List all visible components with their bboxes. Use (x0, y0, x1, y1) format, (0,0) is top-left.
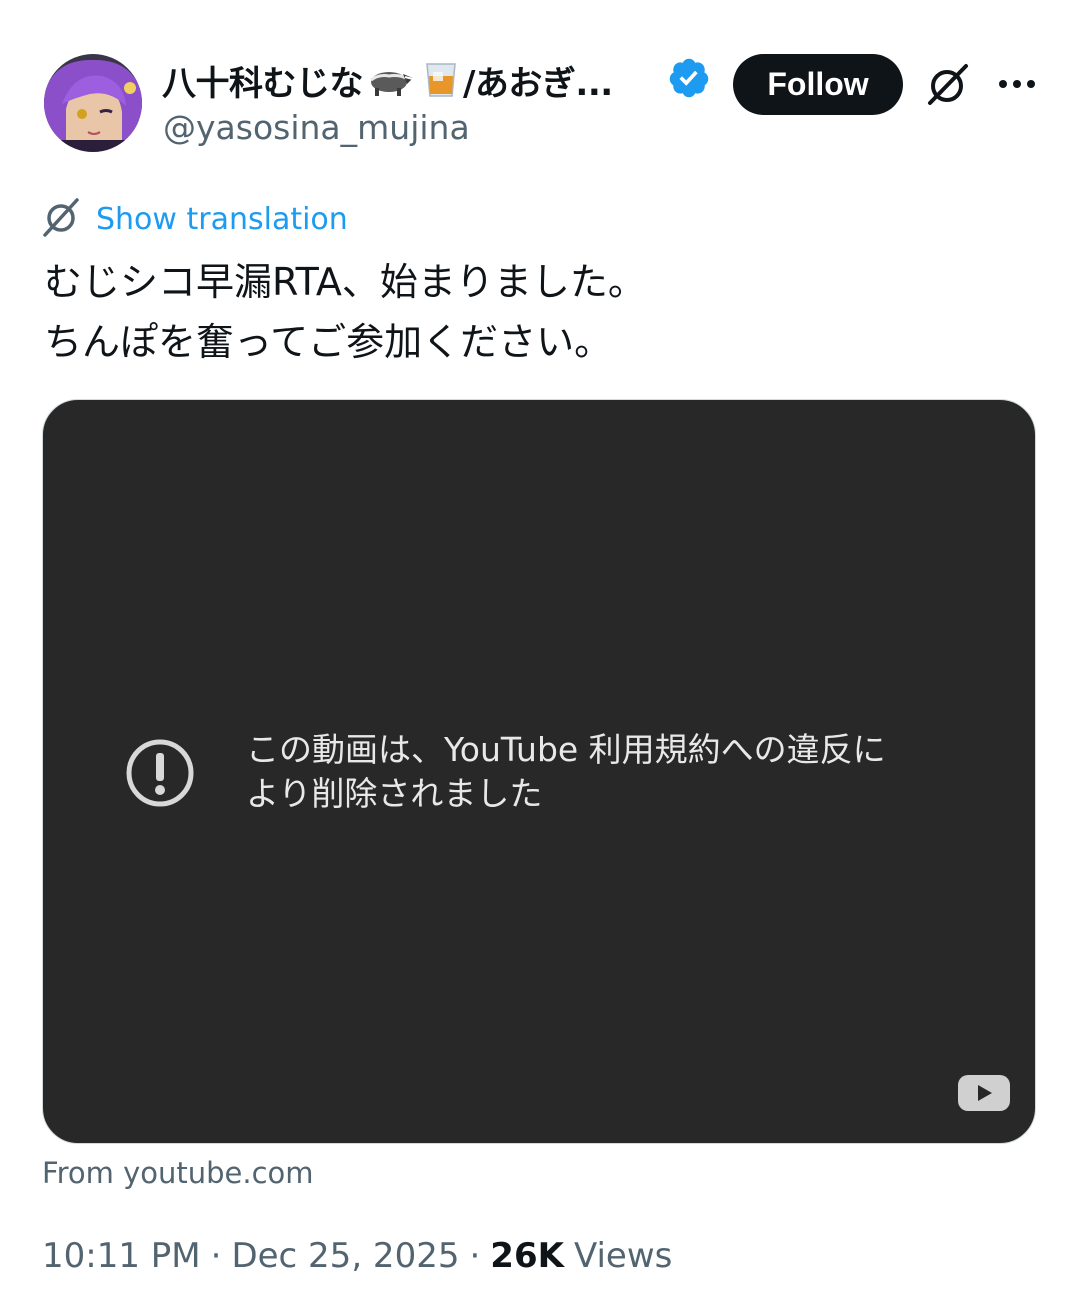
video-removed-message-line: より削除されました (246, 774, 543, 813)
tweet-metadata: 10:11 PM · Dec 25, 2025 · 26K Views (42, 1236, 672, 1276)
more-icon[interactable] (992, 62, 1042, 106)
badger-icon (367, 62, 415, 98)
separator: · (469, 1236, 481, 1276)
show-translation-label[interactable]: Show translation (96, 202, 348, 237)
tweet-text-line: ちんぽを奮ってご参加ください。 (44, 320, 613, 364)
author-name-row[interactable]: 八十科むじな /あおぎ... (162, 52, 613, 108)
video-removed-message: この動画は、YouTube 利用規約への違反に より削除されました (246, 728, 976, 816)
link-source-label[interactable]: From youtube.com (42, 1156, 314, 1190)
views-count[interactable]: 26K (490, 1236, 564, 1276)
tweet-date[interactable]: Dec 25, 2025 (231, 1236, 459, 1276)
warning-icon (125, 738, 195, 808)
follow-button[interactable]: Follow (733, 54, 903, 115)
author-display-name[interactable]: 八十科むじな (162, 56, 364, 105)
avatar-image (44, 54, 142, 152)
show-translation-link[interactable]: Show translation (42, 196, 348, 242)
separator: · (210, 1236, 222, 1276)
tweet-text: むじシコ早漏RTA、始まりました。 ちんぽを奮ってご参加ください。 (44, 252, 1044, 372)
tweet-time[interactable]: 10:11 PM (42, 1236, 201, 1276)
avatar[interactable] (44, 54, 142, 152)
tumbler-glass-icon (423, 60, 459, 100)
youtube-logo[interactable] (957, 1074, 1011, 1112)
verified-badge-icon[interactable] (667, 56, 711, 100)
grok-icon[interactable] (922, 58, 974, 110)
author-display-name-suffix[interactable]: /あおぎ... (463, 56, 613, 105)
tweet-text-line: むじシコ早漏RTA、始まりました。 (44, 260, 646, 304)
youtube-embed-card[interactable]: この動画は、YouTube 利用規約への違反に より削除されました (42, 399, 1036, 1144)
views-label[interactable]: Views (574, 1236, 672, 1276)
translate-icon (42, 197, 80, 241)
video-removed-message-line: この動画は、YouTube 利用規約への違反に (246, 730, 886, 769)
author-handle[interactable]: @yasosina_mujina (163, 108, 470, 147)
